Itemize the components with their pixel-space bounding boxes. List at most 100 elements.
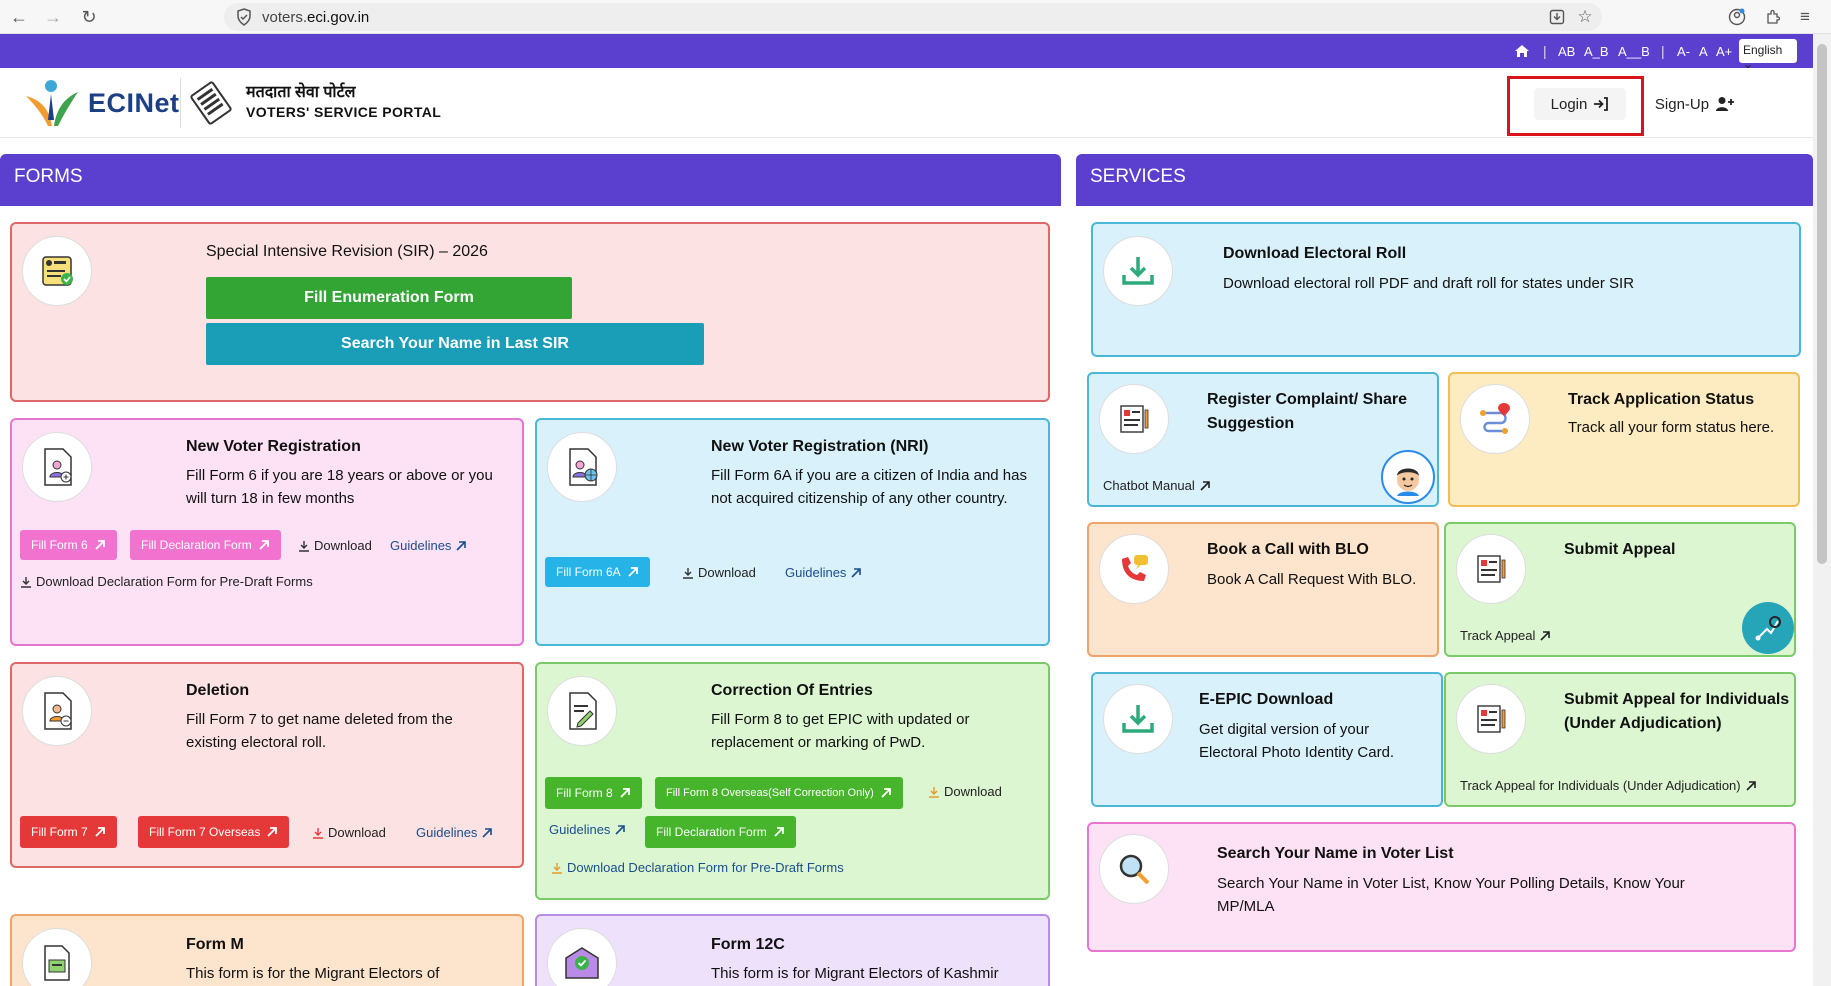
text-spacing-1[interactable]: A_B [1584, 44, 1609, 59]
complaint-card[interactable]: Register Complaint/ Share Suggestion Cha… [1087, 372, 1439, 507]
search-voter-list-title: Search Your Name in Voter List [1217, 845, 1454, 862]
epic-download-desc: Get digital version of your Electoral Ph… [1199, 721, 1395, 761]
fill-form-6a-button[interactable]: Fill Form 6A [545, 557, 650, 587]
track-appeal-individuals-link[interactable]: Track Appeal for Individuals (Under Adju… [1460, 778, 1757, 793]
external-arrow-icon [615, 824, 626, 835]
fill-form-6-button[interactable]: Fill Form 6 [20, 530, 117, 560]
deletion-title: Deletion [186, 682, 250, 699]
login-arrow-icon [1594, 97, 1609, 111]
signup-button[interactable]: Sign-Up [1649, 88, 1741, 120]
fill-form-7-overseas-button[interactable]: Fill Form 7 Overseas [138, 816, 290, 848]
fill-form-7-button[interactable]: Fill Form 7 [20, 816, 117, 848]
fill-declaration-form-button[interactable]: Fill Declaration Form [130, 530, 281, 560]
site-header: ECINet मतदाता सेवा पोर्टल VOTERS' SERVIC… [0, 68, 1813, 138]
external-arrow-icon [482, 827, 493, 838]
form-m-title: Form M [186, 936, 244, 953]
sir-title: Special Intensive Revision (SIR) – 2026 [206, 243, 488, 260]
electoral-roll-card[interactable]: Download Electoral Roll Download elector… [1091, 222, 1801, 357]
form-12c-title: Form 12C [711, 936, 785, 953]
text-spacing-2[interactable]: A__B [1618, 44, 1650, 59]
font-decrease[interactable]: A- [1677, 44, 1690, 59]
back-icon[interactable]: ← [6, 4, 32, 30]
reload-icon[interactable]: ↻ [76, 4, 102, 30]
form-6a-download-link[interactable]: Download [682, 565, 756, 580]
download-icon [21, 576, 31, 588]
electoral-roll-desc: Download electoral roll PDF and draft ro… [1223, 275, 1635, 292]
fill-form-8-button[interactable]: Fill Form 8 [545, 777, 642, 809]
form-8-download-link[interactable]: Download [928, 784, 1002, 799]
form-7-download-link[interactable]: Download [312, 825, 386, 840]
portal-title-english: VOTERS' SERVICE PORTAL [246, 104, 442, 120]
search-voter-list-card[interactable]: Search Your Name in Voter List Search Yo… [1087, 822, 1796, 952]
menu-icon[interactable]: ≡ [1792, 4, 1818, 30]
form-m-desc: This form is for the Migrant Electors of [186, 965, 440, 982]
track-status-card[interactable]: Track Application Status Track all your … [1448, 372, 1800, 507]
correction-desc: Fill Form 8 to get EPIC with updated or … [711, 711, 970, 751]
shield-icon [237, 8, 251, 26]
download-icon [299, 540, 309, 552]
page-scrollbar[interactable] [1813, 34, 1831, 986]
fill-form-8-declaration-button[interactable]: Fill Declaration Form [645, 816, 796, 848]
correction-title: Correction Of Entries [711, 682, 873, 699]
voter-form-icon [22, 432, 92, 502]
login-button[interactable]: Login [1534, 88, 1626, 120]
edit-form-icon [547, 676, 617, 746]
blo-call-card[interactable]: Book a Call with BLO Book A Call Request… [1087, 522, 1439, 657]
chatbot-manual-link[interactable]: Chatbot Manual [1103, 478, 1211, 493]
appeal-individuals-card[interactable]: Submit Appeal for Individuals (Under Adj… [1444, 672, 1796, 807]
nri-desc: Fill Form 6A if you are a citizen of Ind… [711, 467, 1027, 507]
phone-chat-icon [1099, 534, 1169, 604]
forward-icon[interactable]: → [40, 4, 66, 30]
external-arrow-icon [881, 788, 891, 798]
fill-enumeration-form-button[interactable]: Fill Enumeration Form [206, 277, 572, 319]
new-voter-desc: Fill Form 6 if you are 18 years or above… [186, 467, 493, 507]
download-page-icon[interactable] [1544, 4, 1570, 30]
search-voter-list-desc: Search Your Name in Voter List, Know You… [1217, 875, 1685, 915]
font-normal[interactable]: A [1699, 44, 1708, 59]
url-text: voters.eci.gov.in [262, 9, 370, 26]
text-size-ab[interactable]: AB [1558, 44, 1575, 59]
checklist-icon [22, 236, 92, 306]
form-8-declaration-download-link[interactable]: Download Declaration Form for Pre-Draft … [551, 860, 844, 875]
submit-appeal-card[interactable]: Submit Appeal Track Appeal [1444, 522, 1796, 657]
brand-name: ECINet [88, 88, 180, 118]
evm-emblem-icon [190, 81, 232, 125]
appeal-individuals-title: Submit Appeal for Individuals (Under Adj… [1564, 691, 1790, 732]
new-voter-title: New Voter Registration [186, 438, 361, 455]
external-arrow-icon [1200, 480, 1210, 491]
ecinet-logo-icon[interactable] [22, 76, 80, 128]
search-last-sir-button[interactable]: Search Your Name in Last SIR [206, 323, 704, 365]
track-status-title: Track Application Status [1568, 391, 1755, 408]
font-increase[interactable]: A+ [1716, 44, 1732, 59]
bookmark-star-icon[interactable]: ☆ [1572, 4, 1598, 30]
form-7-guidelines-link[interactable]: Guidelines [416, 825, 493, 840]
track-appeal-link[interactable]: Track Appeal [1460, 628, 1551, 643]
form-6-guidelines-link[interactable]: Guidelines [390, 538, 467, 553]
user-plus-icon [1716, 97, 1735, 111]
deletion-card: Deletion Fill Form 7 to get name deleted… [10, 662, 524, 868]
envelope-check-icon [547, 928, 617, 986]
epic-download-card[interactable]: E-EPIC Download Get digital version of y… [1091, 672, 1443, 807]
account-icon[interactable] [1724, 4, 1750, 30]
form-6-download-link[interactable]: Download [298, 538, 372, 553]
scrollbar-thumb[interactable] [1817, 44, 1827, 564]
form-8-guidelines-link[interactable]: Guidelines [549, 822, 626, 837]
services-panel-header: SERVICES [1076, 154, 1813, 206]
address-bar[interactable]: voters.eci.gov.in [224, 3, 1602, 31]
language-select[interactable]: English ⌄ [1739, 39, 1797, 71]
voter-mitra-chatbot-icon[interactable] [1381, 450, 1435, 504]
home-icon[interactable] [1514, 44, 1530, 58]
extensions-icon[interactable] [1760, 4, 1786, 30]
accessibility-bar: | AB A_B A__B | A- A A+ English ⌄ [0, 34, 1813, 71]
external-arrow-icon [628, 567, 638, 577]
blo-call-desc: Book A Call Request With BLO. [1207, 571, 1417, 588]
external-arrow-icon [851, 567, 862, 578]
delete-form-icon [22, 676, 92, 746]
form-6a-guidelines-link[interactable]: Guidelines [785, 565, 862, 580]
deletion-desc: Fill Form 7 to get name deleted from the… [186, 711, 453, 751]
fill-form-8-overseas-button[interactable]: Fill Form 8 Overseas(Self Correction Onl… [655, 777, 903, 809]
route-tracker-icon[interactable] [1742, 602, 1794, 654]
external-arrow-icon [1540, 630, 1551, 641]
download-declaration-link[interactable]: Download Declaration Form for Pre-Draft … [20, 574, 313, 589]
download-tray-icon [1103, 236, 1173, 306]
